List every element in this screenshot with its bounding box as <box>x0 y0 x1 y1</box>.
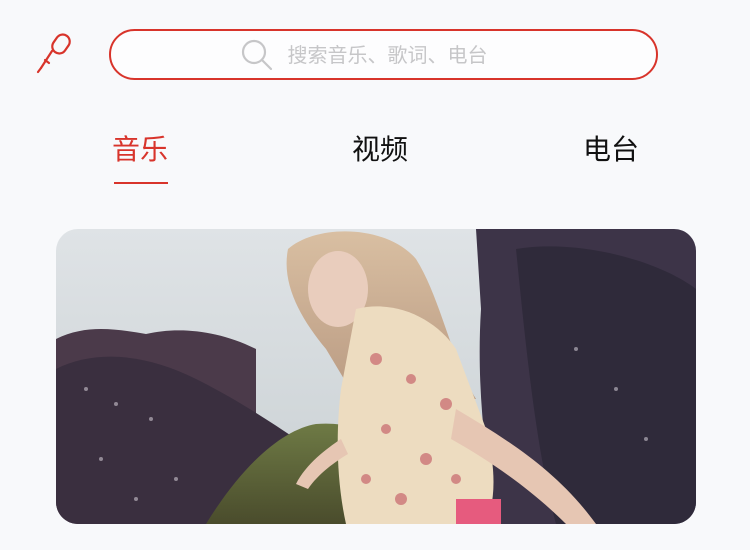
tab-music-label: 音乐 <box>112 133 169 166</box>
category-tabs: 音乐 视频 电台 <box>0 128 750 188</box>
tab-radio-label: 电台 <box>583 133 640 166</box>
active-tab-indicator <box>114 182 168 184</box>
banner-carousel[interactable] <box>56 229 696 524</box>
tab-music[interactable]: 音乐 <box>112 128 168 184</box>
app-screen: 音乐 视频 电台 <box>0 0 750 550</box>
search-input[interactable] <box>287 42 528 67</box>
voice-search-button[interactable] <box>30 32 74 80</box>
search-icon <box>240 38 274 72</box>
banner-image <box>56 229 696 524</box>
tab-video-label: 视频 <box>352 133 409 166</box>
microphone-icon <box>32 32 72 80</box>
tab-radio[interactable]: 电台 <box>583 128 639 184</box>
tab-video[interactable]: 视频 <box>352 128 408 184</box>
search-bar[interactable] <box>109 29 658 80</box>
